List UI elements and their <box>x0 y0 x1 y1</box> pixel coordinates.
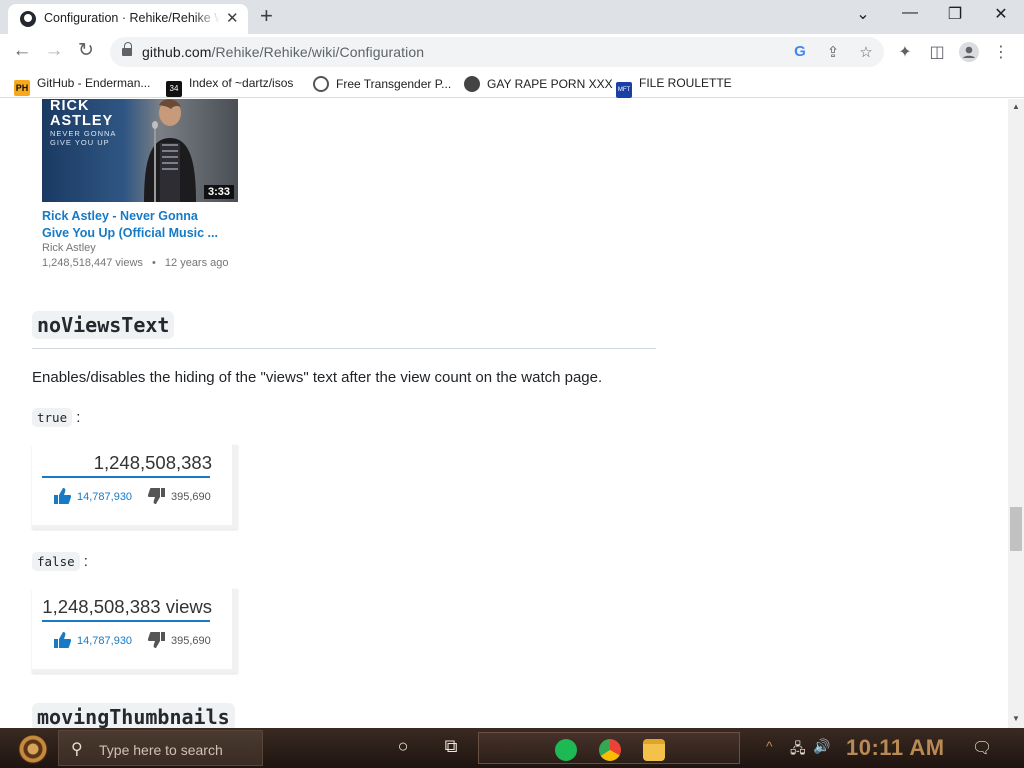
bookmarks-bar: PH GitHub - Enderman... 34 Index of ~dartz… <box>0 70 1024 98</box>
scroll-down-arrow-icon[interactable]: ▼ <box>1012 714 1020 723</box>
browser-tab[interactable]: Configuration · Rehike/Rehike Wiki ✕ <box>8 4 248 34</box>
network-icon[interactable]: 🖧 <box>790 738 806 762</box>
thumbs-up-icon <box>54 632 71 648</box>
profile-avatar-icon[interactable] <box>958 42 980 67</box>
video-channel[interactable]: Rick Astley <box>42 242 96 254</box>
bookmark-item[interactable]: Free Transgender P... <box>313 76 451 92</box>
view-count-preview-false: 1,248,508,383 views 14,787,930 395,690 <box>32 589 238 673</box>
task-view-icon[interactable]: ⧉ <box>439 736 463 757</box>
tab-title: Configuration · Rehike/Rehike Wiki <box>44 11 220 25</box>
like-button[interactable]: 14,787,930 <box>54 632 132 648</box>
globe-icon <box>464 76 480 92</box>
video-stats: 1,248,518,447 views • 12 years ago <box>42 257 229 269</box>
search-placeholder: Type here to search <box>99 742 223 758</box>
scrollbar-thumb[interactable] <box>1010 507 1022 551</box>
section-heading-movingthumbnails: movingThumbnails <box>32 703 235 728</box>
google-translate-icon[interactable]: G <box>790 43 810 60</box>
bookmark-item[interactable]: MFT FILE ROULETTE <box>616 76 732 98</box>
close-window-button[interactable]: ✕ <box>986 4 1016 24</box>
section-heading-noviewstext: noViewsText <box>32 311 175 339</box>
tab-search-icon[interactable]: ⌄ <box>848 4 878 24</box>
dislike-button[interactable]: 395,690 <box>148 632 211 648</box>
taskbar: ⚲ Type here to search ○ ⧉ ^ 🖧 🔊 10:11 AM… <box>0 728 1024 768</box>
video-thumbnail[interactable]: RICK ASTLEY NEVER GONNA GIVE YOU UP 3:33 <box>42 99 238 202</box>
video-title[interactable]: Rick Astley - Never Gonna Give You Up (O… <box>42 208 232 242</box>
thumbs-down-icon <box>148 488 165 504</box>
sentiment-bar <box>42 476 210 478</box>
bookmark-item[interactable]: GAY RAPE PORN XXX <box>464 76 613 92</box>
false-label: false : <box>32 552 88 571</box>
pinned-apps <box>478 732 740 764</box>
folder-icon: 34 <box>166 81 182 97</box>
like-button[interactable]: 14,787,930 <box>54 488 132 504</box>
thumbnail-title-line1: RICK <box>50 99 90 114</box>
spotify-icon[interactable] <box>555 739 577 761</box>
bookmark-item[interactable]: PH GitHub - Enderman... <box>14 76 150 96</box>
taskbar-search[interactable]: ⚲ Type here to search <box>58 730 263 766</box>
view-count-preview-true: 1,248,508,383 14,787,930 395,690 <box>32 445 238 529</box>
wiki-page: RICK ASTLEY NEVER GONNA GIVE YOU UP 3:33… <box>0 99 1008 728</box>
start-gear-icon <box>18 734 48 764</box>
start-button[interactable] <box>12 732 54 766</box>
tab-strip: Configuration · Rehike/Rehike Wiki ✕ + ⌄… <box>0 0 1024 34</box>
browser-toolbar: ← → ↻ github.com/Rehike/Rehike/wiki/Conf… <box>0 34 1024 70</box>
bookmark-star-icon[interactable]: ☆ <box>856 43 876 61</box>
extensions-icon[interactable]: ✦ <box>894 42 916 62</box>
thumbs-up-icon <box>54 488 71 504</box>
ph-icon: PH <box>14 80 30 96</box>
reload-button[interactable]: ↻ <box>74 41 98 61</box>
menu-icon[interactable]: ⋮ <box>990 42 1012 62</box>
pinwheel-icon <box>313 76 329 92</box>
page-scrollbar[interactable]: ▲ ▼ <box>1008 99 1024 728</box>
lock-icon[interactable] <box>122 42 132 57</box>
heading-divider <box>32 348 656 349</box>
url-text[interactable]: github.com/Rehike/Rehike/wiki/Configurat… <box>142 44 424 60</box>
github-icon <box>20 11 36 27</box>
back-button[interactable]: ← <box>10 41 34 61</box>
taskbar-clock[interactable]: 10:11 AM <box>846 735 945 761</box>
bookmark-item[interactable]: 34 Index of ~dartz/isos <box>166 76 293 97</box>
address-bar[interactable]: github.com/Rehike/Rehike/wiki/Configurat… <box>110 37 884 67</box>
singer-figure-icon <box>144 99 196 202</box>
scroll-up-arrow-icon[interactable]: ▲ <box>1012 102 1020 111</box>
video-duration: 3:33 <box>203 185 234 199</box>
thumbnail-subtitle-line2: GIVE YOU UP <box>50 138 110 147</box>
view-count: 1,248,508,383 <box>93 452 212 473</box>
notification-icon[interactable]: 🗨 <box>972 738 992 758</box>
true-label: true : <box>32 408 80 427</box>
show-hidden-icons-icon[interactable]: ^ <box>766 738 773 754</box>
share-icon[interactable]: ⇪ <box>823 43 843 61</box>
minimize-button[interactable]: — <box>895 4 925 22</box>
thumbnail-subtitle-line1: NEVER GONNA <box>50 129 117 138</box>
sentiment-bar <box>42 620 210 622</box>
cortana-icon[interactable]: ○ <box>391 736 415 757</box>
view-count: 1,248,508,383 views <box>42 596 212 617</box>
chrome-icon[interactable] <box>599 739 621 761</box>
mft-icon: MFT <box>616 82 632 98</box>
forward-button[interactable]: → <box>42 41 66 61</box>
new-tab-button[interactable]: + <box>260 4 273 28</box>
thumbnail-title-line2: ASTLEY <box>50 113 114 129</box>
restore-button[interactable]: ❐ <box>940 4 970 24</box>
search-icon: ⚲ <box>71 741 83 758</box>
section-description: Enables/disables the hiding of the "view… <box>32 369 603 386</box>
thumbs-down-icon <box>148 632 165 648</box>
side-panel-icon[interactable]: ◫ <box>926 42 948 62</box>
file-explorer-icon[interactable] <box>643 739 665 761</box>
volume-icon[interactable]: 🔊 <box>813 738 830 755</box>
close-tab-icon[interactable]: ✕ <box>226 9 239 27</box>
dislike-button[interactable]: 395,690 <box>148 488 211 504</box>
